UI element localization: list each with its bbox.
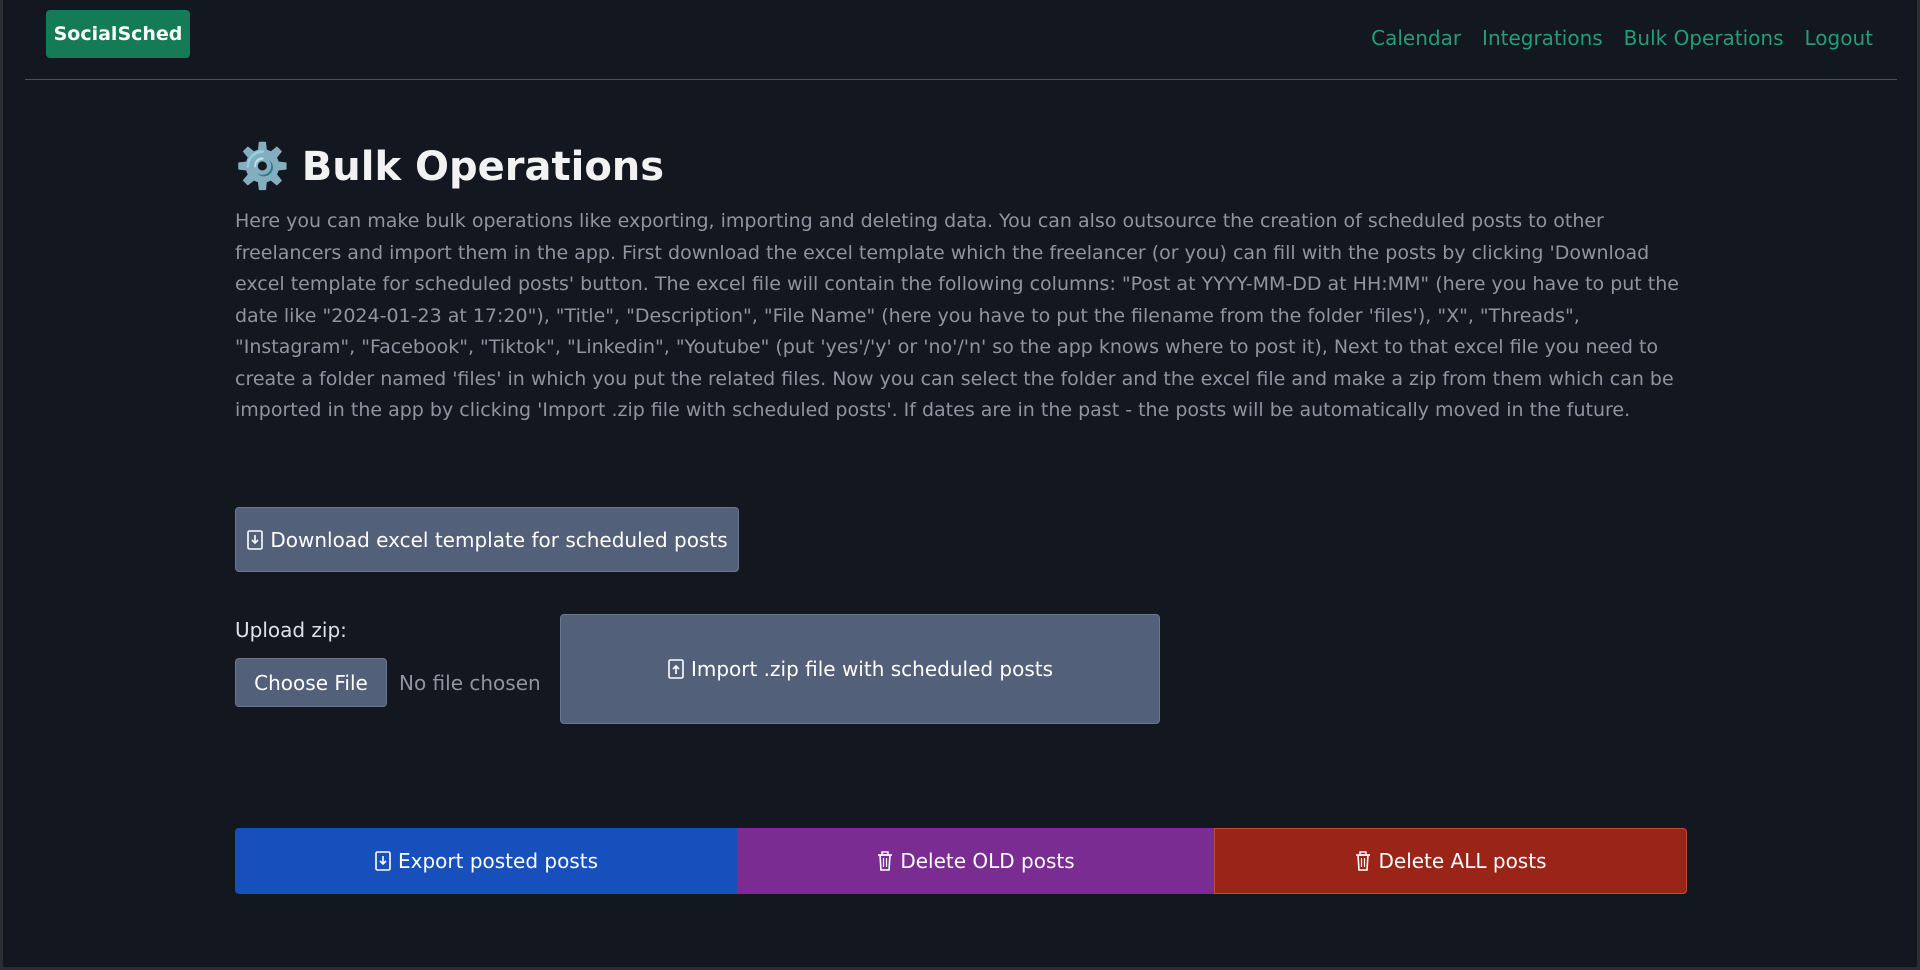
upload-zip-label: Upload zip: [235, 618, 347, 642]
download-file-icon [247, 529, 264, 550]
download-template-label: Download excel template for scheduled po… [270, 527, 728, 552]
file-input[interactable]: Choose File No file chosen [235, 658, 541, 707]
nav-item-calendar[interactable]: Calendar [1371, 26, 1461, 50]
top-nav: Calendar Integrations Bulk Operations Lo… [1371, 26, 1873, 50]
export-posts-button[interactable]: Export posted posts [235, 828, 737, 894]
nav-item-bulk-operations[interactable]: Bulk Operations [1624, 26, 1784, 50]
main-content: ⚙️ Bulk Operations Here you can make bul… [235, 138, 1687, 427]
nav-divider [25, 79, 1897, 80]
brand-name: SocialSched [53, 23, 183, 45]
delete-old-posts-button[interactable]: Delete OLD posts [737, 828, 1214, 894]
download-file-icon [375, 851, 391, 871]
bulk-action-group: Export posted posts Delete OLD posts Del… [235, 828, 1687, 894]
delete-all-posts-label: Delete ALL posts [1378, 849, 1547, 873]
gear-icon: ⚙️ [235, 141, 290, 192]
trash-icon [878, 851, 893, 871]
page-title-text: Bulk Operations [301, 144, 665, 190]
delete-old-posts-label: Delete OLD posts [900, 849, 1075, 873]
import-zip-label: Import .zip file with scheduled posts [690, 657, 1054, 681]
brand-logo[interactable]: SocialSched [46, 10, 190, 58]
page-description: Here you can make bulk operations like e… [235, 210, 1679, 421]
trash-icon [1356, 851, 1371, 871]
choose-file-button[interactable]: Choose File [235, 658, 387, 707]
file-status-text: No file chosen [399, 670, 541, 695]
download-template-button[interactable]: Download excel template for scheduled po… [235, 507, 739, 572]
nav-item-logout[interactable]: Logout [1805, 26, 1873, 50]
nav-item-integrations[interactable]: Integrations [1482, 26, 1603, 50]
page-title: ⚙️ Bulk Operations [235, 138, 1687, 196]
export-posts-label: Export posted posts [398, 849, 598, 873]
app-window: SocialSched Calendar Integrations Bulk O… [3, 0, 1917, 967]
upload-file-icon [668, 659, 684, 679]
import-zip-button[interactable]: Import .zip file with scheduled posts [560, 614, 1160, 724]
delete-all-posts-button[interactable]: Delete ALL posts [1214, 828, 1687, 894]
